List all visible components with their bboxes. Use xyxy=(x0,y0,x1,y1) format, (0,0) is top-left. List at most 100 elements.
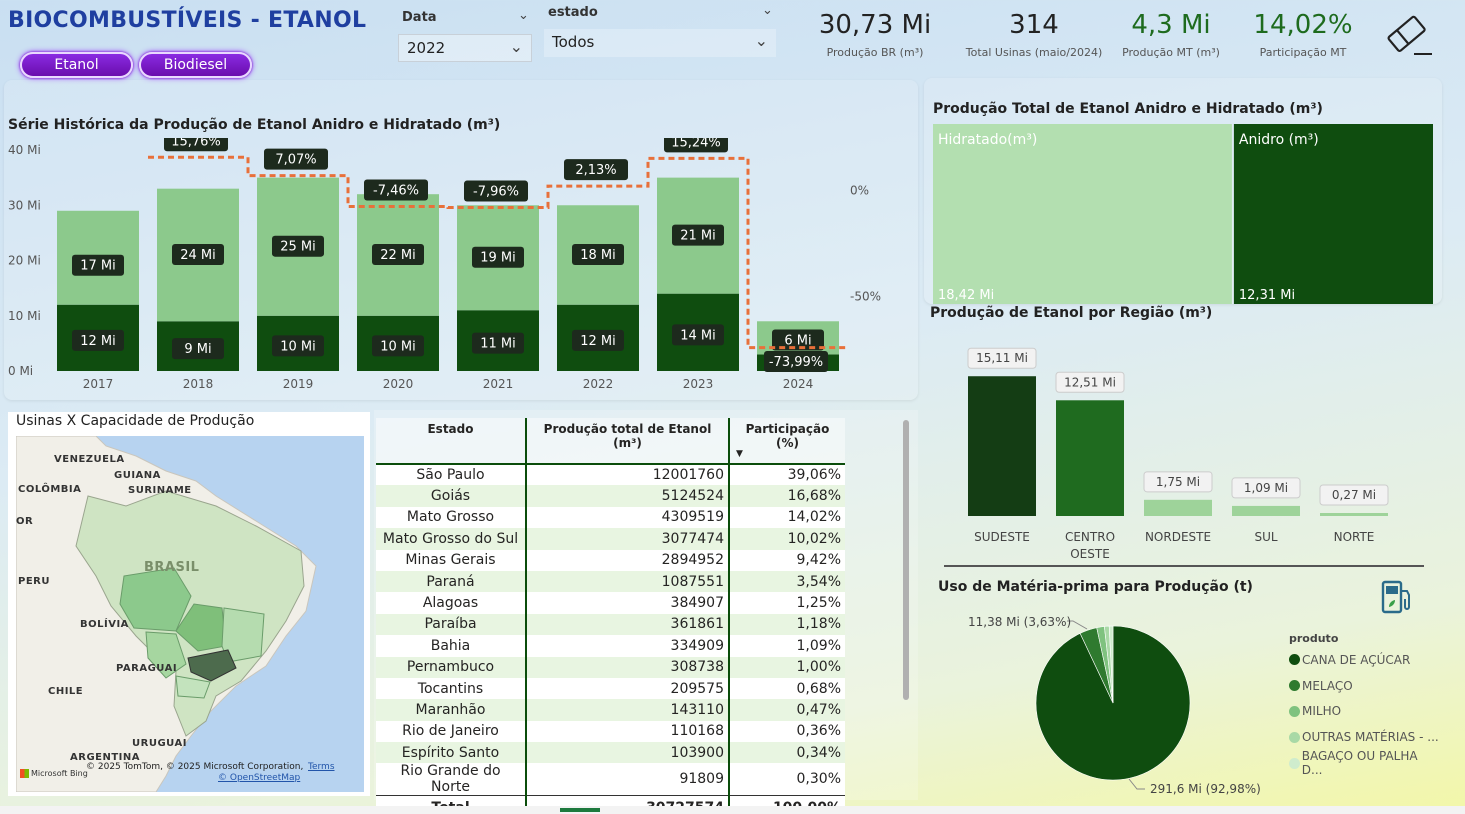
cell-participacao: 14,02% xyxy=(787,509,841,526)
estado-slicer-dropdown[interactable]: Todos ⌄ xyxy=(544,29,776,57)
region-x-label: CENTRO OESTE xyxy=(1065,530,1115,561)
table-row[interactable]: Paraná 1087551 3,54% xyxy=(376,570,845,593)
x-tick-label: 2018 xyxy=(183,377,214,391)
cell-participacao: 39,06% xyxy=(787,467,841,484)
cell-producao: 384907 xyxy=(526,592,730,614)
cell-estado: Minas Gerais xyxy=(376,549,527,571)
chevron-down-icon[interactable]: ⌄ xyxy=(518,8,529,23)
materia-prima-pie: 11,38 Mi (3,63%) 291,6 Mi (92,98%) xyxy=(968,615,1261,796)
serie-historica-title: Série Histórica da Produção de Etanol An… xyxy=(8,117,501,133)
y-tick-label: 40 Mi xyxy=(8,143,41,157)
region-bar[interactable] xyxy=(1232,505,1300,516)
terms-link[interactable]: Terms xyxy=(308,762,335,772)
region-bar[interactable] xyxy=(968,376,1036,516)
pie-annotation: 291,6 Mi (92,98%) xyxy=(1150,782,1261,796)
cell-estado: Alagoas xyxy=(376,592,527,614)
cell-producao: 4309519 xyxy=(526,506,730,529)
table-row[interactable]: Mato Grosso 4309519 14,02% xyxy=(376,506,845,529)
cell-estado: Mato Grosso do Sul xyxy=(376,528,527,550)
table-row[interactable]: Tocantins 209575 0,68% xyxy=(376,677,845,700)
osm-link[interactable]: © OpenStreetMap xyxy=(218,773,300,783)
data-label-hidratado: 17 Mi xyxy=(80,259,116,274)
map-title: Usinas X Capacidade de Produção xyxy=(16,413,255,429)
legend-swatch xyxy=(1289,654,1300,666)
y-tick-label: 10 Mi xyxy=(8,309,41,323)
y-tick-label: 30 Mi xyxy=(8,198,41,212)
legend-item[interactable]: BAGAÇO OU PALHA D... xyxy=(1289,749,1439,777)
legend-item[interactable]: OUTRAS MATÉRIAS - ... xyxy=(1289,724,1439,750)
estado-table: Estado Produção total de Etanol (m³) Par… xyxy=(376,418,845,814)
y-tick-label: 20 Mi xyxy=(8,254,41,268)
region-bar[interactable] xyxy=(1144,499,1212,516)
page-tab-bar xyxy=(0,806,1465,814)
table-scrollbar[interactable] xyxy=(903,420,909,700)
kpi-label: Produção MT (m³) xyxy=(1122,46,1220,59)
table-row[interactable]: Maranhão 143110 0,47% xyxy=(376,699,845,721)
legend-swatch xyxy=(1289,757,1300,769)
growth-label: -73,99% xyxy=(769,355,823,370)
etanol-button[interactable]: Etanol xyxy=(20,52,133,78)
serie-historica-chart: 0 Mi 10 Mi 20 Mi 30 Mi 40 Mi 0% -50% 2017 17 Mi 1… xyxy=(8,138,881,391)
region-x-label: NORDESTE xyxy=(1145,530,1211,544)
treemap-tile[interactable] xyxy=(933,124,1232,304)
kpi-label: Produção BR (m³) xyxy=(826,46,924,59)
biodiesel-button[interactable]: Biodiesel xyxy=(139,52,252,78)
treemap-title: Produção Total de Etanol Anidro e Hidrat… xyxy=(933,101,1323,117)
kpi-producao-mt: 4,3 Mi Produção MT (m³) xyxy=(1110,10,1232,59)
kpi-value: 4,3 Mi xyxy=(1131,10,1211,40)
data-label-anidro: 14 Mi xyxy=(680,328,716,343)
table-row[interactable]: Alagoas 384907 1,25% xyxy=(376,592,845,614)
region-value-label: 12,51 Mi xyxy=(1064,375,1116,389)
col-header-producao[interactable]: Produção total de Etanol (m³) xyxy=(526,418,730,464)
region-x-label: NORTE xyxy=(1334,530,1375,544)
data-slicer-dropdown[interactable]: 2022 ⌄ xyxy=(398,34,532,62)
x-tick-label: 2021 xyxy=(483,377,514,391)
cell-estado: São Paulo xyxy=(376,464,527,486)
cell-participacao: 1,09% xyxy=(796,637,841,654)
chevron-down-icon[interactable]: ⌄ xyxy=(762,3,773,18)
page-title: BIOCOMBUSTÍVEIS - ETANOL xyxy=(8,8,367,33)
treemap-chart: Hidratado(m³) 18,42 Mi Anidro (m³) 12,31 Mi xyxy=(933,124,1433,304)
legend-item[interactable]: MELAÇO xyxy=(1289,673,1439,699)
cell-producao: 143110 xyxy=(526,699,730,721)
cell-estado: Espírito Santo xyxy=(376,742,527,764)
table-row[interactable]: Paraíba 361861 1,18% xyxy=(376,613,845,636)
map-label: URUGUAI xyxy=(132,738,187,749)
regiao-title: Produção de Etanol por Região (m³) xyxy=(930,305,1213,321)
table-row[interactable]: Goiás 5124524 16,68% xyxy=(376,485,845,507)
cell-producao: 110168 xyxy=(526,720,730,743)
table-row[interactable]: Rio de Janeiro 110168 0,36% xyxy=(376,720,845,743)
data-label-hidratado: 6 Mi xyxy=(784,333,811,348)
map-visual[interactable]: VENEZUELA GUIANA SURINAME COLÔMBIA BRASIL PER… xyxy=(16,436,364,792)
data-label-anidro: 12 Mi xyxy=(580,334,616,349)
legend-item[interactable]: CANA DE AÇÚCAR xyxy=(1289,647,1439,673)
cell-estado: Mato Grosso xyxy=(376,506,527,529)
table-row[interactable]: São Paulo 12001760 39,06% xyxy=(376,464,845,486)
cell-estado: Goiás xyxy=(376,485,527,507)
table-row[interactable]: Bahia 334909 1,09% xyxy=(376,635,845,657)
legend-item[interactable]: MILHO xyxy=(1289,699,1439,725)
cell-producao: 209575 xyxy=(526,677,730,700)
table-row[interactable]: Rio Grande do Norte 91809 0,30% xyxy=(376,763,845,796)
eraser-icon[interactable] xyxy=(1386,12,1434,58)
sort-desc-icon: ▼ xyxy=(736,449,743,459)
data-label-anidro: 12 Mi xyxy=(80,334,116,349)
table-row[interactable]: Minas Gerais 2894952 9,42% xyxy=(376,549,845,571)
col-header-participacao[interactable]: Participação (%) ▼ xyxy=(729,418,845,464)
region-bar[interactable] xyxy=(1056,400,1124,516)
table-row[interactable]: Pernambuco 308738 1,00% xyxy=(376,656,845,678)
active-page-tab[interactable] xyxy=(560,808,600,812)
table-row[interactable]: Espírito Santo 103900 0,34% xyxy=(376,742,845,764)
pie-legend: produto CANA DE AÇÚCAR MELAÇO MILHO OUTRAS … xyxy=(1289,632,1439,777)
cell-estado: Paraíba xyxy=(376,613,527,636)
map-label: GUIANA xyxy=(114,470,161,481)
treemap-tile[interactable] xyxy=(1233,124,1433,304)
col-header-estado[interactable]: Estado xyxy=(376,418,527,464)
table-row[interactable]: Mato Grosso do Sul 3077474 10,02% xyxy=(376,528,845,550)
region-bar[interactable] xyxy=(1320,513,1388,516)
cell-estado: Tocantins xyxy=(376,677,527,700)
data-label-hidratado: 19 Mi xyxy=(480,251,516,266)
map-label: CHILE xyxy=(48,686,84,697)
y2-tick-label: -50% xyxy=(850,290,881,304)
data-slicer-label: Data xyxy=(402,10,437,25)
